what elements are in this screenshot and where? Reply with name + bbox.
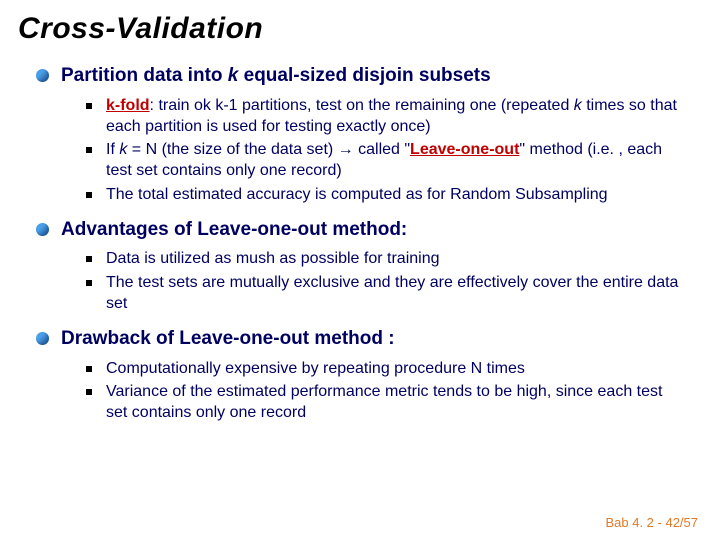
section-heading: Drawback of Leave-one-out method :: [61, 327, 395, 351]
square-bullet-icon: [86, 366, 92, 372]
list-item-text: Data is utilized as mush as possible for…: [106, 249, 440, 270]
list-item-text: The test sets are mutually exclusive and…: [106, 273, 684, 315]
section: Drawback of Leave-one-out method : Comput…: [18, 327, 702, 424]
list-item-text: Computationally expensive by repeating p…: [106, 359, 525, 380]
list-item: If k = N (the size of the data set) → ca…: [86, 140, 684, 182]
section-heading: Advantages of Leave-one-out method:: [61, 218, 407, 242]
list-item-text: k-fold: train ok k-1 partitions, test on…: [106, 96, 684, 138]
globe-bullet-icon: [36, 223, 49, 236]
globe-bullet-icon: [36, 69, 49, 82]
square-bullet-icon: [86, 192, 92, 198]
square-bullet-icon: [86, 280, 92, 286]
square-bullet-icon: [86, 256, 92, 262]
globe-bullet-icon: [36, 332, 49, 345]
section: Advantages of Leave-one-out method: Data …: [18, 218, 702, 315]
section-heading: Partition data into k equal-sized disjoi…: [61, 64, 491, 88]
list-item-text: The total estimated accuracy is computed…: [106, 185, 608, 206]
list-item-text: Variance of the estimated performance me…: [106, 382, 684, 424]
square-bullet-icon: [86, 389, 92, 395]
section: Partition data into k equal-sized disjoi…: [18, 64, 702, 206]
page-footer: Bab 4. 2 - 42/57: [605, 515, 698, 530]
slide-title: Cross-Validation: [18, 12, 702, 46]
list-item: Variance of the estimated performance me…: [86, 382, 684, 424]
list-item: The total estimated accuracy is computed…: [86, 185, 684, 206]
list-item: The test sets are mutually exclusive and…: [86, 273, 684, 315]
list-item: Data is utilized as mush as possible for…: [86, 249, 684, 270]
list-item: k-fold: train ok k-1 partitions, test on…: [86, 96, 684, 138]
square-bullet-icon: [86, 147, 92, 153]
list-item: Computationally expensive by repeating p…: [86, 359, 684, 380]
list-item-text: If k = N (the size of the data set) → ca…: [106, 140, 684, 182]
square-bullet-icon: [86, 103, 92, 109]
